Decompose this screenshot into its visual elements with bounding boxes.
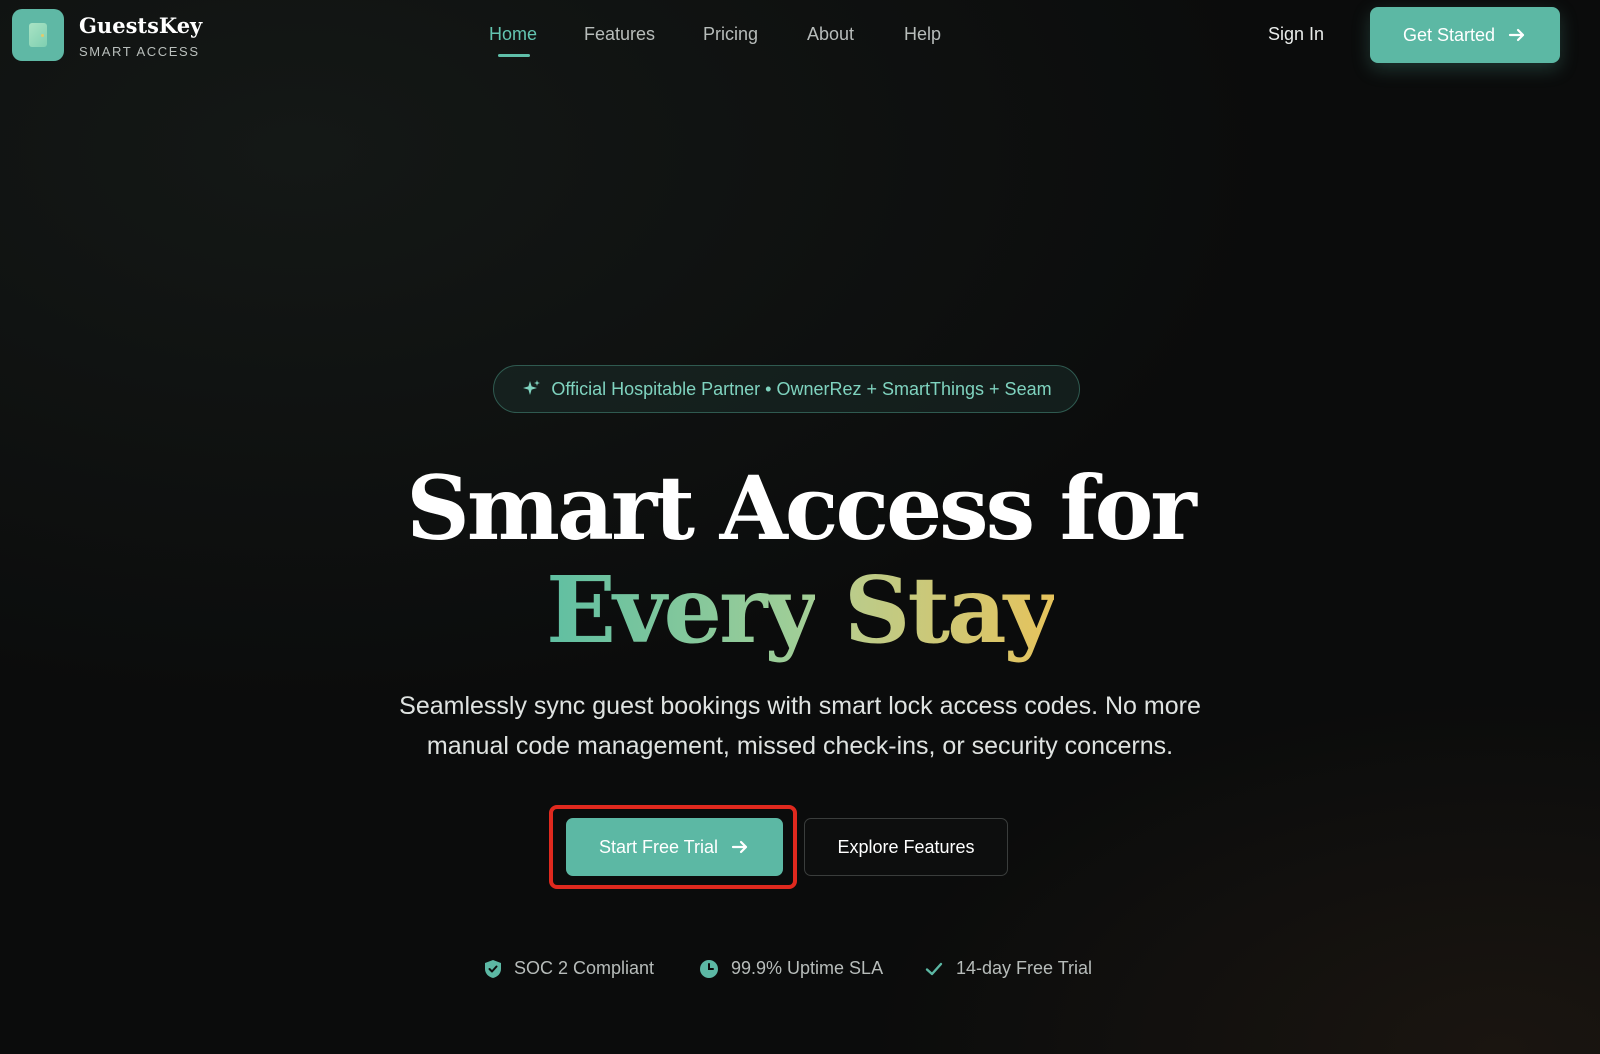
partner-badge-text: Official Hospitable Partner • OwnerRez +… (551, 378, 1052, 399)
door-icon (29, 23, 47, 47)
logo-icon[interactable] (12, 9, 64, 61)
headline-word-every: Every (545, 556, 818, 664)
get-started-label: Get Started (1402, 24, 1496, 45)
nav-link-help[interactable]: Help (904, 24, 941, 45)
trust-label: SOC 2 Compliant (514, 958, 655, 978)
explore-features-label: Explore Features (837, 836, 975, 857)
hero-subtitle-line1: Seamlessly sync guest bookings with smar… (399, 692, 1201, 720)
shield-check-icon (485, 959, 501, 978)
check-icon (925, 962, 943, 975)
active-nav-indicator (498, 54, 530, 57)
trust-label: 99.9% Uptime SLA (731, 958, 884, 978)
hero-subtitle-line2: manual code management, missed check-ins… (426, 732, 1174, 760)
start-free-trial-label: Start Free Trial (598, 836, 719, 857)
arrow-right-icon (731, 840, 748, 854)
nav-link-pricing[interactable]: Pricing (703, 24, 758, 45)
hero-headline: Smart Access for (406, 456, 1196, 560)
arrow-right-icon (1508, 28, 1525, 42)
brand-tagline: SMART ACCESS (79, 44, 200, 59)
sign-in-link[interactable]: Sign In (1268, 24, 1324, 45)
headline-word-stay: Stay (844, 556, 1057, 664)
start-free-trial-button[interactable]: Start Free Trial (566, 818, 783, 876)
brand-name[interactable]: GuestsKey (79, 13, 202, 38)
trust-item-soc2: SOC 2 Compliant (484, 958, 654, 979)
trust-item-uptime: 99.9% Uptime SLA (699, 958, 883, 979)
nav-link-about[interactable]: About (807, 24, 854, 45)
trust-label: 14-day Free Trial (956, 958, 1093, 978)
trust-item-trial: 14-day Free Trial (924, 958, 1092, 979)
partner-badge: Official Hospitable Partner • OwnerRez +… (493, 365, 1080, 413)
hero-headline-accent: Every Stay (0, 560, 1600, 660)
sparkle-icon (523, 380, 541, 395)
get-started-button[interactable]: Get Started (1370, 7, 1560, 63)
top-navigation: GuestsKey SMART ACCESS Home Features Pri… (0, 0, 1600, 70)
clock-icon (700, 959, 718, 978)
nav-link-home[interactable]: Home (489, 24, 537, 45)
hero-subtitle: Seamlessly sync guest bookings with smar… (0, 686, 1600, 766)
explore-features-button[interactable]: Explore Features (804, 818, 1008, 876)
nav-link-features[interactable]: Features (584, 24, 655, 45)
